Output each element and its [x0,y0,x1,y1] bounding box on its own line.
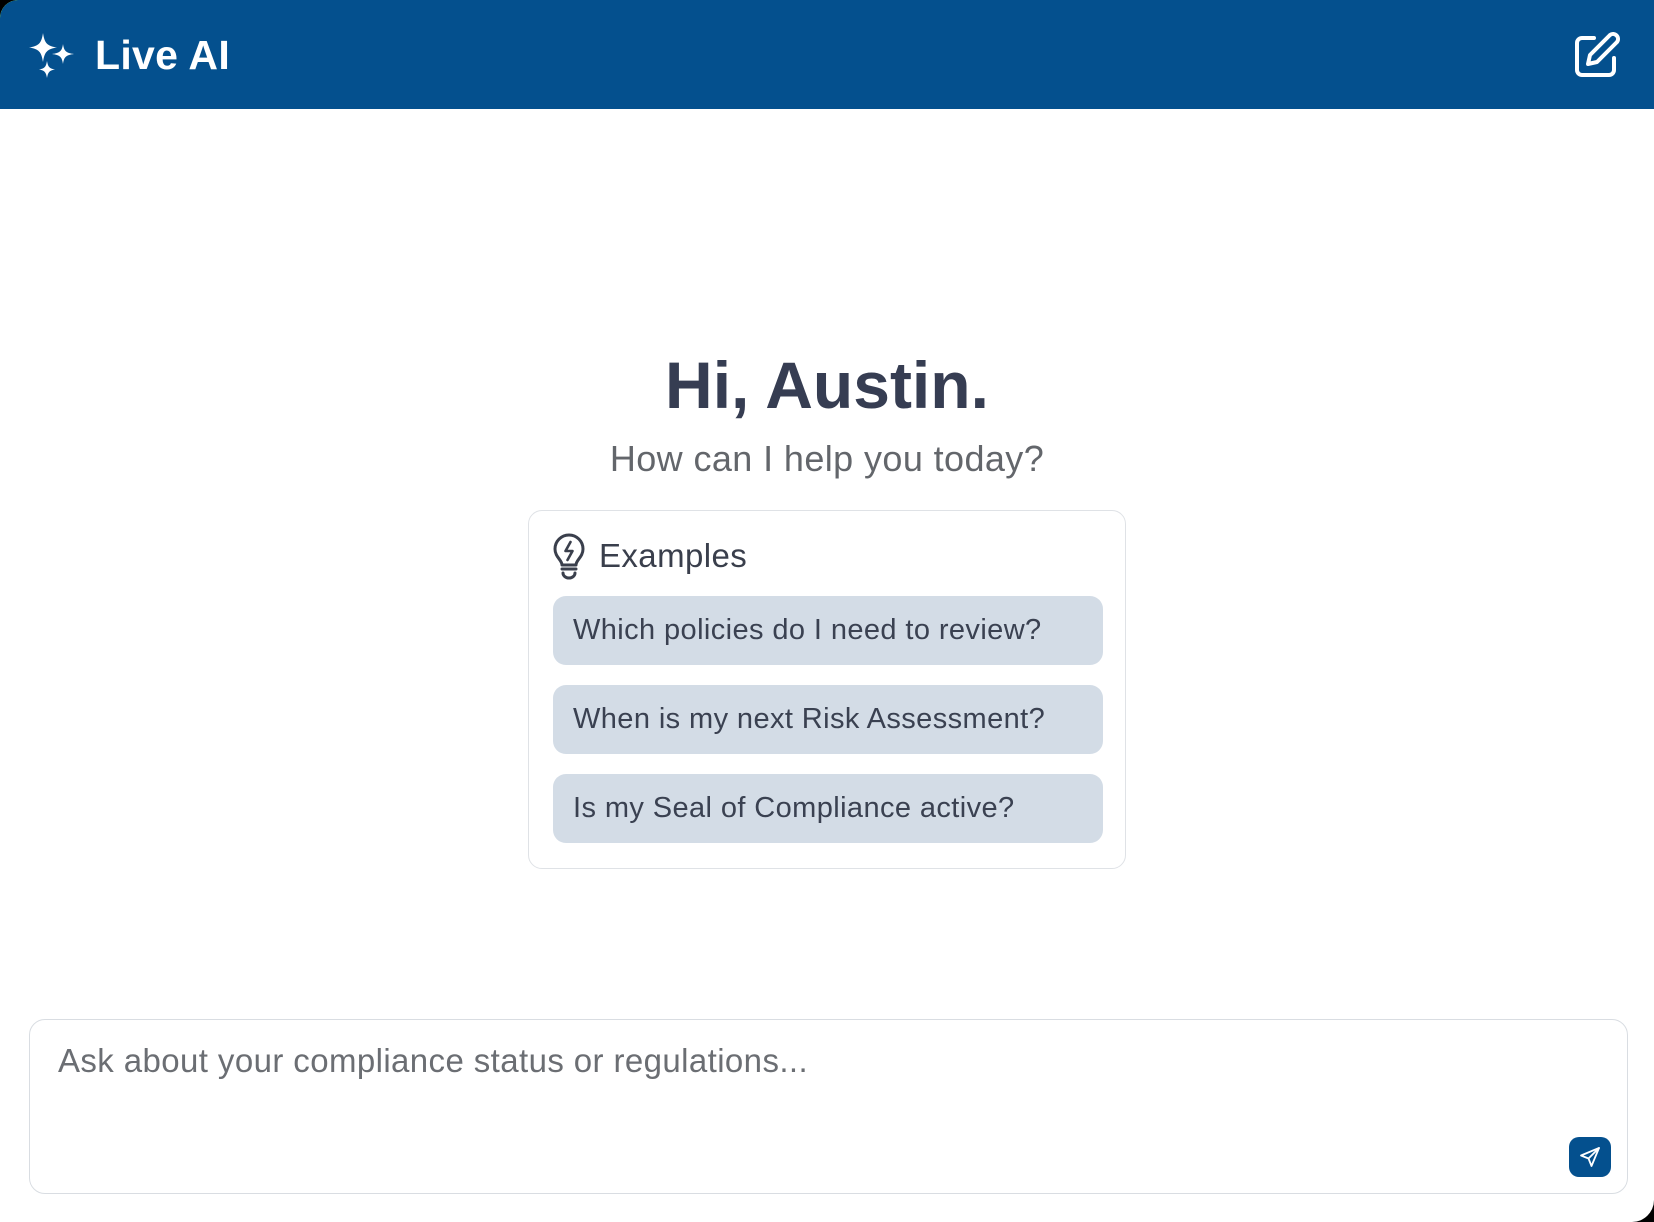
send-icon [1580,1147,1600,1167]
message-composer [29,1019,1628,1194]
app-title: Live AI [95,32,231,78]
edit-square-icon [1575,32,1620,77]
examples-card: Examples Which policies do I need to rev… [528,510,1126,869]
greeting-heading: Hi, Austin. [665,348,989,422]
example-prompt-button[interactable]: Is my Seal of Compliance active? [553,774,1103,843]
new-chat-button[interactable] [1568,28,1624,84]
sparkles-icon [29,33,74,78]
send-button[interactable] [1569,1137,1611,1177]
examples-header: Examples [551,531,747,581]
examples-title: Examples [599,537,748,574]
greeting-subtitle: How can I help you today? [609,438,1045,479]
app-window: Live AI Hi, Austin. How can I help you t… [0,0,1654,1222]
example-prompt-button[interactable]: Which policies do I need to review? [553,596,1103,665]
example-prompt-button[interactable]: When is my next Risk Assessment? [553,685,1103,754]
message-input[interactable] [58,1042,1558,1152]
lightbulb-icon [553,533,585,580]
header-bar: Live AI [0,0,1654,109]
